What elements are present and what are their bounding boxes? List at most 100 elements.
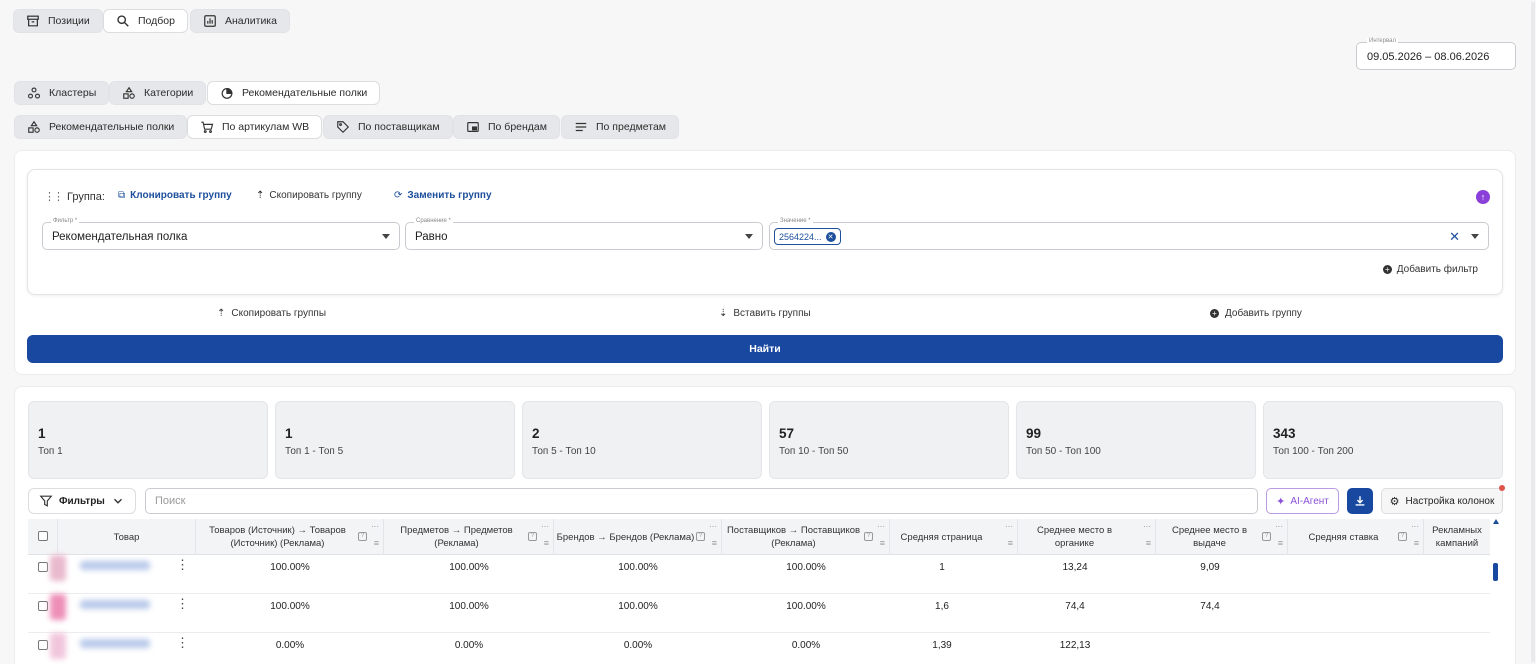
info-icon[interactable]: ? (864, 532, 873, 541)
tab-positions[interactable]: Позиции (13, 9, 103, 33)
add-filter-button[interactable]: + Добавить фильтр (1382, 264, 1478, 275)
column-header-label: Товаров (Источник) → Товаров (Источник) … (209, 525, 346, 549)
more-icon[interactable]: ··· (709, 523, 717, 531)
tab-by-articles-label: По артикулам WB (222, 121, 310, 133)
more-icon[interactable]: ··· (371, 523, 379, 531)
table-row[interactable]: ⋮ 0.00% 0.00% 0.00% 0.00% 1,39 122,13 (28, 633, 1490, 664)
menu-icon[interactable]: ≡ (374, 539, 379, 548)
tab-selection[interactable]: Подбор (103, 9, 188, 33)
find-button[interactable]: Найти (27, 335, 1503, 363)
compare-select-label: Сравнение * (414, 218, 453, 224)
table-cell: 1 (939, 561, 945, 573)
table-row[interactable]: ⋮ 100.00% 100.00% 100.00% 100.00% 1 13,2… (28, 555, 1490, 594)
more-vertical-icon[interactable]: ⋮ (176, 558, 189, 571)
more-icon[interactable]: ··· (1005, 523, 1013, 531)
more-icon[interactable]: ··· (877, 523, 885, 531)
column-header[interactable]: Средняя страница ··· ≡ (890, 519, 1018, 555)
chevron-down-icon[interactable] (1471, 234, 1479, 239)
search-input[interactable]: Поиск (145, 488, 1258, 514)
tab-analytics[interactable]: Аналитика (190, 9, 290, 33)
chevron-down-icon (745, 234, 753, 239)
drag-handle-icon[interactable]: ⋮⋮ (44, 190, 64, 203)
filter-select[interactable]: Фильтр * Рекомендательная полка (42, 218, 400, 250)
column-header[interactable]: Товаров (Источник) → Товаров (Источник) … (196, 519, 384, 555)
tab-categories-label: Категории (144, 87, 194, 99)
tab-by-brands-label: По брендам (488, 121, 547, 133)
clone-group-button[interactable]: ⧉ Клонировать группу (118, 190, 232, 201)
add-group-button[interactable]: + Добавить группу (1210, 308, 1302, 319)
copy-groups-button[interactable]: ⇡ Скопировать группы (217, 308, 326, 319)
column-header[interactable]: Рекламных кампаний (1424, 519, 1490, 555)
more-icon[interactable]: ··· (1275, 523, 1283, 531)
page-scrollbar[interactable] (1531, 2, 1535, 662)
compare-select[interactable]: Сравнение * Равно (405, 218, 763, 250)
value-chip[interactable]: 2564224... ✕ (774, 228, 841, 245)
more-vertical-icon[interactable]: ⋮ (176, 597, 189, 610)
column-settings-button[interactable]: ⚙ Настройка колонок (1381, 488, 1503, 514)
menu-icon[interactable]: ≡ (1278, 539, 1283, 548)
info-icon[interactable]: ? (1262, 532, 1271, 541)
copy-group-label: Скопировать группу (269, 190, 362, 201)
tab-by-subjects[interactable]: По предметам (561, 115, 680, 139)
arrow-up-icon[interactable]: ↑ (1476, 190, 1490, 204)
info-icon[interactable]: ? (358, 532, 367, 541)
menu-icon[interactable]: ≡ (544, 539, 549, 548)
scrollbar-thumb[interactable] (1493, 563, 1498, 581)
menu-icon[interactable]: ≡ (712, 539, 717, 548)
tab-categories[interactable]: Категории (109, 81, 207, 105)
table-scrollbar[interactable] (1493, 519, 1501, 664)
paste-groups-button[interactable]: ⇣ Вставить группы (719, 308, 811, 319)
clear-icon[interactable]: ✕ (1449, 229, 1460, 245)
more-vertical-icon[interactable]: ⋮ (176, 636, 189, 649)
add-group-label: Добавить группу (1225, 308, 1302, 319)
tab-by-brands[interactable]: По брендам (453, 115, 560, 139)
product-name-blurred[interactable] (80, 639, 150, 648)
column-header[interactable]: Среднее место в органике ··· ≡ (1018, 519, 1156, 555)
replace-group-label: Заменить группу (407, 190, 492, 201)
more-icon[interactable]: ··· (1143, 523, 1151, 531)
tab-by-suppliers[interactable]: По поставщикам (323, 115, 453, 139)
row-checkbox[interactable] (38, 562, 48, 572)
column-header[interactable]: Поставщиков → Поставщиков (Реклама) ? ··… (722, 519, 890, 555)
info-icon[interactable]: ? (528, 532, 537, 541)
table-row[interactable]: ⋮ 100.00% 100.00% 100.00% 100.00% 1,6 74… (28, 594, 1490, 633)
info-icon[interactable]: ? (696, 532, 705, 541)
column-header[interactable]: Средняя ставка ? ··· ≡ (1288, 519, 1424, 555)
table-cell: 0.00% (275, 639, 305, 651)
filters-button[interactable]: Фильтры (28, 488, 136, 514)
table-cell (1156, 633, 1264, 657)
download-button[interactable] (1347, 488, 1373, 514)
remove-chip-icon[interactable]: ✕ (825, 231, 836, 242)
more-icon[interactable]: ··· (1411, 523, 1419, 531)
menu-icon[interactable]: ≡ (1008, 539, 1013, 548)
column-header[interactable]: Среднее место в выдаче ? ··· ≡ (1156, 519, 1288, 555)
find-button-label: Найти (749, 343, 781, 355)
row-checkbox[interactable] (38, 601, 48, 611)
info-icon[interactable]: ? (1398, 532, 1407, 541)
menu-icon[interactable]: ≡ (1146, 539, 1151, 548)
stat-card: 1 Топ 1 - Топ 5 (275, 401, 515, 479)
value-select[interactable]: Значение * 2564224... ✕ ✕ (769, 218, 1489, 250)
menu-icon[interactable]: ≡ (1414, 539, 1419, 548)
replace-group-button[interactable]: ⟳ Заменить группу (394, 190, 492, 201)
row-checkbox[interactable] (38, 640, 48, 650)
date-range-field[interactable]: Интервал 09.05.2026 – 08.06.2026 (1356, 38, 1516, 70)
column-header[interactable]: Товар (58, 519, 196, 555)
more-icon[interactable]: ··· (541, 523, 549, 531)
ai-agent-button[interactable]: ✦ AI-Агент (1266, 488, 1339, 514)
menu-icon[interactable]: ≡ (880, 539, 885, 548)
column-header[interactable]: Брендов → Брендов (Реклама) ? ··· ≡ (554, 519, 722, 555)
product-name-blurred[interactable] (80, 600, 150, 609)
column-header-label: Предметов → Предметов (Реклама) (400, 525, 513, 549)
tab-recommendation-shelves[interactable]: Рекомендательные полки (207, 81, 381, 105)
copy-group-button[interactable]: ⇡ Скопировать группу (256, 190, 362, 201)
tab-by-shelves[interactable]: Рекомендательные полки (14, 115, 188, 139)
tab-clusters[interactable]: Кластеры (14, 81, 110, 105)
table-cell (1424, 594, 1490, 618)
select-all-checkbox[interactable] (38, 531, 48, 541)
scroll-up-icon[interactable] (1493, 519, 1499, 524)
copy-groups-label: Скопировать группы (231, 308, 327, 319)
tab-by-articles[interactable]: По артикулам WB (187, 115, 323, 139)
column-header[interactable]: Предметов → Предметов (Реклама) ? ··· ≡ (384, 519, 554, 555)
product-name-blurred[interactable] (80, 561, 150, 570)
